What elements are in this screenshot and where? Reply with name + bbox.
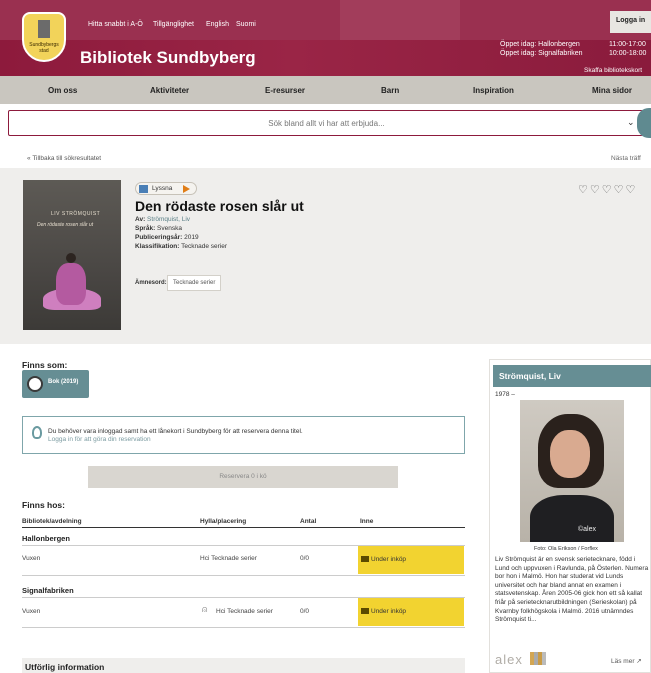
column-header-shelf: Hylla/placering (200, 518, 247, 525)
read-more-link[interactable]: Läs mer ↗ (611, 657, 642, 665)
notice-text: Du behöver vara inloggad samt ha ett lån… (48, 428, 303, 435)
login-notice: Du behöver vara inloggad samt ha ett lån… (22, 416, 465, 454)
branch-hallonbergen: Hallonbergen (22, 534, 70, 543)
author-name[interactable]: Strömquist, Liv (499, 371, 561, 381)
truck-icon (361, 608, 369, 614)
chevron-down-icon[interactable]: ⌄ (627, 117, 635, 128)
alex-books-icon (530, 652, 546, 665)
meta-year: Publiceringsår: 2019 (135, 234, 199, 241)
main-nav (0, 76, 651, 104)
search-input[interactable]: Sök bland allt vi har att erbjuda... ⌄ (8, 110, 643, 136)
lightbulb-icon (32, 426, 42, 439)
nav-item-aktiviteter[interactable]: Aktiviteter (150, 86, 189, 95)
format-label: Bok (2019) (48, 379, 79, 385)
logo-text: Sundbybergs stad (29, 42, 59, 54)
hours-hallonbergen-label: Öppet idag: Hallonbergen (500, 41, 580, 48)
search-placeholder: Sök bland allt vi har att erbjuda... (268, 119, 385, 128)
nav-item-mina-sidor[interactable]: Mina sidor (592, 86, 632, 95)
tower-icon (38, 20, 50, 38)
row-divider (22, 627, 465, 628)
cover-figure (56, 263, 86, 305)
subject-label: Ämnesord: (135, 280, 167, 286)
map-pin-icon[interactable]: ⍝ (202, 604, 207, 615)
status-label: Under inköp (371, 608, 407, 615)
format-book-button[interactable]: Bok (2019) (22, 370, 89, 398)
author-bio: Liv Strömquist är en svensk serietecknar… (495, 556, 649, 624)
subject-tag[interactable]: Tecknade serier (167, 275, 222, 291)
truck-icon (361, 556, 369, 562)
table-divider (22, 527, 465, 528)
photo-watermark: ©alex (578, 526, 596, 533)
nav-item-inspiration[interactable]: Inspiration (473, 86, 514, 95)
reserve-label: Reservera 0 i kö (219, 473, 267, 480)
reserve-button[interactable]: Reservera 0 i kö (88, 466, 398, 488)
alex-logo: alex (495, 652, 523, 667)
author-link[interactable]: Strömquist, Liv (147, 216, 190, 223)
meta-author: Av: Strömquist, Liv (135, 216, 191, 223)
status-badge: Under inköp (358, 546, 464, 574)
author-years: 1978 – (495, 391, 515, 398)
cover-author: LIV STRÖMQUIST (51, 211, 101, 217)
column-header-available: Inne (360, 518, 374, 525)
side-tab[interactable] (637, 108, 651, 138)
table-cell-count: 0/0 (300, 555, 310, 562)
back-link-label: Tillbaka till sökresultatet (32, 155, 102, 162)
hours-signalfabriken-label: Öppet idag: Signalfabriken (500, 50, 583, 57)
back-to-results-link[interactable]: « Tillbaka till sökresultatet (27, 155, 101, 162)
login-button[interactable]: Logga in (610, 11, 651, 33)
play-icon (183, 185, 190, 193)
municipality-logo[interactable]: Sundbybergs stad (22, 12, 66, 62)
author-photo: ©alex (520, 400, 624, 542)
photo-face (550, 430, 590, 478)
table-cell-count: 0/0 (300, 608, 310, 615)
table-cell-dept: Vuxen (22, 555, 41, 562)
cover-figure-head (66, 253, 76, 263)
audio-icon (139, 185, 148, 193)
nav-item-om-oss[interactable]: Om oss (48, 86, 77, 95)
more-info-section[interactable]: Utförlig information (22, 658, 465, 673)
toplink-suomi[interactable]: Suomi (236, 21, 256, 28)
book-cover[interactable]: LIV STRÖMQUIST Den rödaste rosen slår ut (23, 180, 121, 330)
listen-button[interactable]: Lyssna (135, 182, 197, 195)
photo-credit: Foto: Ola Erikson / Forflex (534, 546, 598, 552)
next-hit-link[interactable]: Nästa träff (611, 155, 641, 162)
branch-signalfabriken: Signalfabriken (22, 586, 74, 595)
holdings-heading: Finns hos: (22, 500, 65, 510)
toplink-english[interactable]: English (206, 21, 229, 28)
nav-item-e-resurser[interactable]: E-resurser (265, 86, 305, 95)
toplink-a-o[interactable]: Hitta snabbt i A-Ö (88, 21, 143, 28)
header-top-band (0, 0, 651, 40)
table-cell-shelf: Hci Tecknade serier (200, 555, 257, 562)
hours-signalfabriken-time: 10:00-18:00 (609, 50, 647, 57)
listen-label: Lyssna (152, 185, 173, 192)
row-divider (22, 575, 465, 576)
more-info-heading: Utförlig information (25, 662, 105, 672)
column-header-count: Antal (300, 518, 317, 525)
hours-hallonbergen-time: 11:00-17:00 (609, 41, 646, 48)
column-header-branch: Bibliotek/avdelning (22, 518, 82, 525)
nav-item-barn[interactable]: Barn (381, 86, 399, 95)
status-badge: Under inköp (358, 598, 464, 626)
photo-body (530, 495, 614, 542)
book-title: Den rödaste rosen slår ut (135, 198, 304, 214)
status-label: Under inköp (371, 556, 407, 563)
meta-language: Språk: Svenska (135, 225, 182, 232)
cover-title: Den rödaste rosen slår ut (37, 222, 94, 228)
library-card-link[interactable]: Skaffa bibliotekskort (584, 67, 642, 74)
book-icon (27, 376, 43, 392)
table-cell-shelf[interactable]: Hci Tecknade serier (216, 608, 273, 615)
meta-classification: Klassifikation: Tecknade serier (135, 243, 228, 250)
table-cell-dept: Vuxen (22, 608, 41, 615)
site-title[interactable]: Bibliotek Sundbyberg (80, 48, 256, 68)
header-shade (340, 0, 460, 40)
rating-hearts-icon[interactable]: ♡♡♡♡♡ (578, 183, 637, 196)
toplink-accessibility[interactable]: Tillgänglighet (153, 21, 194, 28)
formats-heading: Finns som: (22, 360, 68, 370)
notice-login-link[interactable]: Logga in för att göra din reservation (48, 436, 151, 443)
external-link-icon: ↗ (636, 658, 642, 665)
